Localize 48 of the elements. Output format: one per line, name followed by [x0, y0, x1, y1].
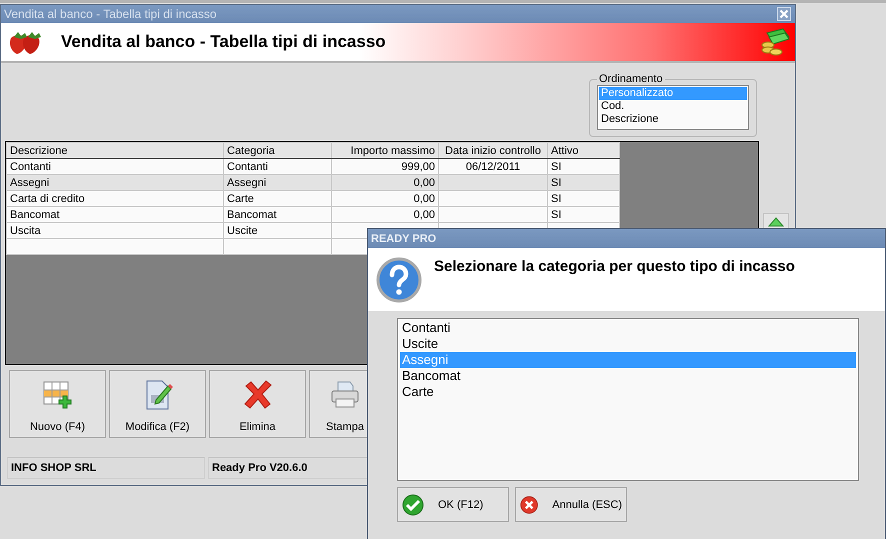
table-row[interactable]: Bancomat Bancomat 0,00 SI [6, 206, 620, 222]
table-cell: Uscita [6, 222, 224, 238]
header-title: Vendita al banco - Tabella tipi di incasso [61, 32, 387, 52]
table-row[interactable]: Assegni Assegni 0,00 SI [6, 174, 620, 190]
table-cell: SI [548, 190, 620, 206]
table-cell: SI [548, 174, 620, 190]
table-cell: Carta di credito [6, 190, 224, 206]
up-arrow-icon [768, 217, 784, 227]
checkmark-icon [402, 494, 424, 516]
table-cell: Assegni [6, 174, 224, 190]
list-item[interactable]: Carte [400, 384, 856, 400]
sort-list[interactable]: Personalizzato Cod. Descrizione [597, 85, 749, 130]
cancel-icon [520, 494, 538, 516]
table-cell: Bancomat [6, 206, 224, 222]
ok-button[interactable]: OK (F12) [397, 487, 509, 522]
table-row[interactable]: Carta di credito Carte 0,00 SI [6, 190, 620, 206]
table-cell: 0,00 [332, 190, 438, 206]
list-item[interactable]: Cod. [599, 100, 747, 113]
list-item[interactable]: Descrizione [599, 113, 747, 126]
table-cell: Carte [224, 190, 332, 206]
toolbar-button[interactable]: Elimina [209, 370, 306, 438]
dialog-message: Selezionare la categoria per questo tipo di incasso [434, 258, 795, 275]
table-cell: Bancomat [224, 206, 332, 222]
table-cell: 0,00 [332, 174, 438, 190]
toolbar-button[interactable]: Nuovo (F4) [9, 370, 106, 438]
column-header[interactable]: Descrizione [6, 142, 224, 158]
cancel-button[interactable]: Annulla (ESC) [515, 487, 627, 522]
cross-icon [242, 379, 274, 411]
column-header[interactable]: Categoria [224, 142, 332, 158]
table-cell: SI [548, 206, 620, 222]
table-cell: 0,00 [332, 206, 438, 222]
close-icon [777, 7, 791, 21]
window-title: Vendita al banco - Tabella tipi di incasso [4, 7, 217, 21]
group-label: Ordinamento [598, 73, 664, 85]
money-icon [759, 27, 791, 57]
list-item[interactable]: Contanti [400, 320, 856, 336]
column-header[interactable]: Data inizio controllo [438, 142, 548, 158]
status-panel: INFO SHOP SRL [7, 457, 205, 479]
category-list[interactable]: Contanti Uscite Assegni Bancomat Carte [397, 318, 859, 481]
column-header[interactable]: Attivo [548, 142, 620, 158]
list-item[interactable]: Bancomat [400, 368, 856, 384]
toolbar-button[interactable]: Modifica (F2) [109, 370, 206, 438]
column-header[interactable]: Importo massimo [332, 142, 438, 158]
table-cell: Assegni [224, 174, 332, 190]
list-item[interactable]: Uscite [400, 336, 856, 352]
grid-plus-icon [42, 379, 74, 411]
table-cell: Uscite [224, 222, 332, 238]
question-icon [376, 257, 422, 303]
